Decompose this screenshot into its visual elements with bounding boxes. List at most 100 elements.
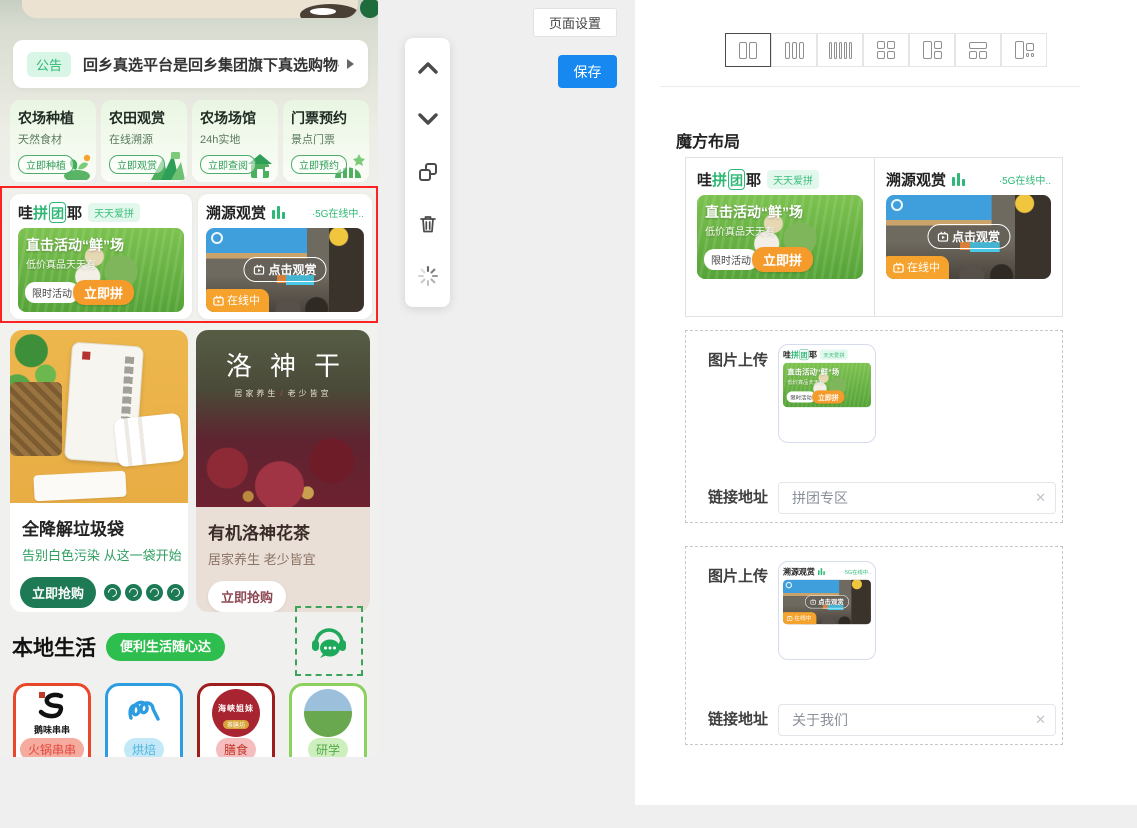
announcement-arrow-icon[interactable]: [347, 59, 354, 69]
category-card-tickets[interactable]: 门票预约 景点门票 立即预约: [283, 100, 369, 182]
layout-option-three-cols[interactable]: [771, 33, 817, 67]
clear-icon[interactable]: ✕: [1035, 490, 1046, 506]
save-button[interactable]: 保存: [558, 55, 617, 88]
delete-button[interactable]: [415, 211, 441, 237]
blue-spiral-logo: [124, 694, 164, 728]
category-card-venue[interactable]: 农场场馆 24h实地 立即查阅: [192, 100, 278, 182]
move-down-button[interactable]: [415, 106, 441, 132]
logo-text: 鹅味串串: [16, 723, 88, 736]
image-upload-label: 图片上传: [708, 565, 768, 586]
local-life-badge: 便利生活随心达: [106, 633, 225, 661]
local-card-label: 烘焙: [124, 738, 164, 757]
category-button[interactable]: 立即种植: [18, 155, 74, 174]
product-card-garbage-bags[interactable]: 全降解垃圾袋 告别白色污染 从这一袋开始 立即抢购: [10, 330, 188, 612]
watch-live-label: 点击观赏: [268, 261, 316, 278]
poster-title: 洛神干: [196, 346, 370, 383]
title-char: 哇: [18, 202, 33, 223]
layout-option-four-cols[interactable]: [817, 33, 863, 67]
group-buy-card[interactable]: 哇拼团耶 天天爱拼 直击活动“鲜”场 低价真品天天有 限时活动 立即拼: [10, 194, 192, 319]
category-card-planting[interactable]: 农场种植 天然食材 立即种植: [10, 100, 96, 182]
preview-cell-2[interactable]: 溯源观赏 ·5G在线中.. 点击观赏 在线中: [874, 158, 1062, 316]
live-trace-card[interactable]: 溯源观赏 ·5G在线中.. 点击观赏 在线中: [198, 194, 372, 319]
image-upload-thumbnail-2[interactable]: 溯源观赏 ·5G在线中.. 点击观赏 在线中: [778, 561, 876, 660]
category-title: 农场种植: [18, 108, 96, 128]
eco-icon: [167, 584, 184, 601]
category-button[interactable]: 立即观赏: [109, 155, 165, 174]
move-up-button[interactable]: [415, 54, 441, 80]
join-group-button[interactable]: 立即拼: [73, 280, 134, 305]
signal-bars-icon: [272, 206, 285, 219]
cube-layout-preview: 哇拼团耶 天天爱拼 直击活动“鲜”场 低价真品天天有 限时活动 立即拼 溯源观赏…: [685, 157, 1063, 317]
group-buy-badge: 天天爱拼: [88, 203, 140, 222]
local-card-study-tour[interactable]: 研学: [289, 683, 367, 757]
page-settings-button[interactable]: 页面设置: [533, 8, 617, 37]
chevron-down-icon: [417, 113, 439, 126]
announcement-bar[interactable]: 公告 回乡真选平台是回乡集团旗下真选购物平…: [13, 40, 368, 88]
live-card-title: 溯源观赏: [206, 202, 266, 223]
bag-sheet: [33, 471, 126, 502]
online-badge-label: 在线中: [227, 292, 260, 308]
trash-icon: [418, 214, 438, 234]
product-card-roselle-tea[interactable]: 洛神干 居家养生/老少皆宜 有机洛神花茶 居家养生 老少皆宜 立即抢购: [196, 330, 370, 612]
magic-cube-widget-selected[interactable]: 哇拼团耶 天天爱拼 直击活动“鲜”场 低价真品天天有 限时活动 立即拼 溯源观赏…: [0, 186, 378, 323]
banner-avocado-image: [360, 0, 378, 18]
live-stream-photo: 点击观赏 在线中: [886, 195, 1051, 279]
category-subtitle: 在线溯源: [109, 131, 187, 147]
local-card-meals[interactable]: 海峡姐妹 茶膳坊 膳食: [197, 683, 275, 757]
category-subtitle: 24h实地: [200, 131, 278, 147]
product-title: 全降解垃圾袋: [22, 515, 176, 540]
widget-toolbar: [405, 38, 450, 307]
layout-option-row: [725, 33, 1047, 67]
group-buy-photo: 直击活动“鲜”场 低价真品天天有 限时活动 立即拼: [697, 195, 863, 279]
image-upload-thumbnail-1[interactable]: 哇拼团耶 天天爱拼 直击活动“鲜”场 低价真品天天有 限时活动立即拼: [778, 344, 876, 443]
watch-live-button[interactable]: 点击观赏: [243, 257, 326, 282]
layout-option-one-top-two-bottom[interactable]: [955, 33, 1001, 67]
buy-now-button[interactable]: 立即抢购: [20, 577, 96, 608]
chat-widget-dashed-selection[interactable]: [295, 606, 363, 676]
link-address-label: 链接地址: [708, 708, 768, 729]
section-title: 魔方布局: [676, 128, 740, 152]
swan-calligraphy-logo: [34, 691, 70, 719]
basket-decoration: [10, 382, 62, 456]
panel-divider: [660, 86, 1080, 87]
link-address-input-2[interactable]: [778, 704, 1056, 736]
live-stream-photo[interactable]: 点击观赏 在线中: [206, 228, 364, 312]
chevron-up-icon: [417, 61, 439, 74]
banner-highlight: [310, 8, 336, 15]
storefront-logo: [211, 232, 223, 244]
category-card-viewing[interactable]: 农田观赏 在线溯源 立即观赏: [101, 100, 187, 182]
local-card-bakery[interactable]: 烘焙: [105, 683, 183, 757]
eco-icon: [125, 584, 142, 601]
category-subtitle: 天然食材: [18, 131, 96, 147]
product-title: 有机洛神花茶: [208, 519, 358, 544]
phone-preview-canvas[interactable]: 公告 回乡真选平台是回乡集团旗下真选购物平… 农场种植 天然食材 立即种植 农田…: [0, 0, 378, 757]
layout-option-two-cols[interactable]: [725, 33, 771, 67]
live-trace-card-header: 溯源观赏 ·5G在线中..: [206, 202, 364, 222]
preview-cell-1[interactable]: 哇拼团耶 天天爱拼 直击活动“鲜”场 低价真品天天有 限时活动 立即拼: [686, 158, 874, 316]
category-button[interactable]: 立即预约: [291, 155, 347, 174]
headset-chat-icon: [309, 623, 349, 659]
link-address-input-1[interactable]: [778, 482, 1056, 514]
clear-icon[interactable]: ✕: [1035, 712, 1046, 728]
top-banner-image: [22, 0, 358, 18]
local-life-title: 本地生活: [12, 632, 96, 662]
announcement-badge: 公告: [27, 52, 71, 77]
local-card-hotpot[interactable]: 鹅味串串 火锅串串: [13, 683, 91, 757]
buy-now-button[interactable]: 立即抢购: [208, 581, 286, 612]
local-life-row: 鹅味串串 火锅串串 烘焙 海峡姐妹 茶膳坊 膳食 研学: [13, 683, 369, 757]
category-title: 农场场馆: [200, 108, 278, 128]
cell-2-settings-group: 图片上传 溯源观赏 ·5G在线中.. 点击观赏 在线中 链接地址 ✕: [685, 546, 1063, 745]
duplicate-button[interactable]: [415, 159, 441, 185]
spinner-icon: [417, 265, 439, 287]
layout-option-grid-2x2[interactable]: [863, 33, 909, 67]
group-buy-photo[interactable]: 直击活动“鲜”场 低价真品天天有 限时活动 立即拼: [18, 228, 184, 312]
signal-bars-icon: [952, 173, 965, 186]
video-icon: [253, 264, 264, 275]
refresh-spinner-button[interactable]: [415, 263, 441, 289]
product-subtitle: 居家养生 老少皆宜: [208, 549, 358, 568]
layout-option-one-left-two-right[interactable]: [909, 33, 955, 67]
video-icon: [213, 295, 224, 306]
bag-roll: [114, 413, 185, 468]
category-button[interactable]: 立即查阅: [200, 155, 256, 174]
layout-option-one-left-mixed-right[interactable]: [1001, 33, 1047, 67]
